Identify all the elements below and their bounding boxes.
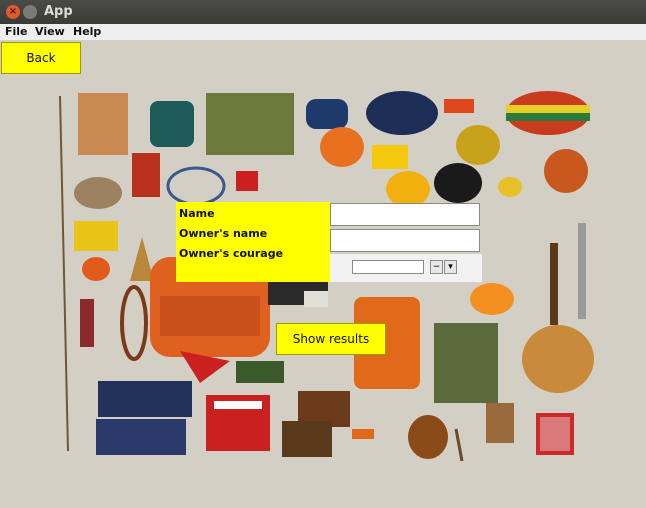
owner-name-label: Owner's name [179,227,268,240]
form-panel: Name Owner's name Owner's courage − ▾ [176,202,482,282]
spinner-down-button[interactable]: − [430,260,443,274]
menu-help[interactable]: Help [73,25,101,38]
menu-bar: File View Help [0,24,646,41]
owner-courage-label: Owner's courage [179,247,284,260]
close-icon[interactable]: × [6,5,20,19]
dropdown-arrow-icon[interactable]: ▾ [444,260,457,274]
title-bar: × App [0,0,646,24]
name-field[interactable] [330,203,480,226]
courage-input[interactable] [352,260,424,274]
menu-file[interactable]: File [5,25,28,38]
owner-name-field[interactable] [330,229,480,252]
menu-view[interactable]: View [35,25,65,38]
courage-row: − ▾ [330,254,482,282]
name-label: Name [179,207,215,220]
back-button[interactable]: Back [1,42,81,74]
background-photo: Back Name Owner's name Owner's courage −… [0,41,646,508]
form-labels: Name Owner's name Owner's courage [176,202,330,282]
show-results-button[interactable]: Show results [276,323,386,355]
minimize-icon[interactable] [23,5,37,19]
window-title: App [44,4,73,19]
